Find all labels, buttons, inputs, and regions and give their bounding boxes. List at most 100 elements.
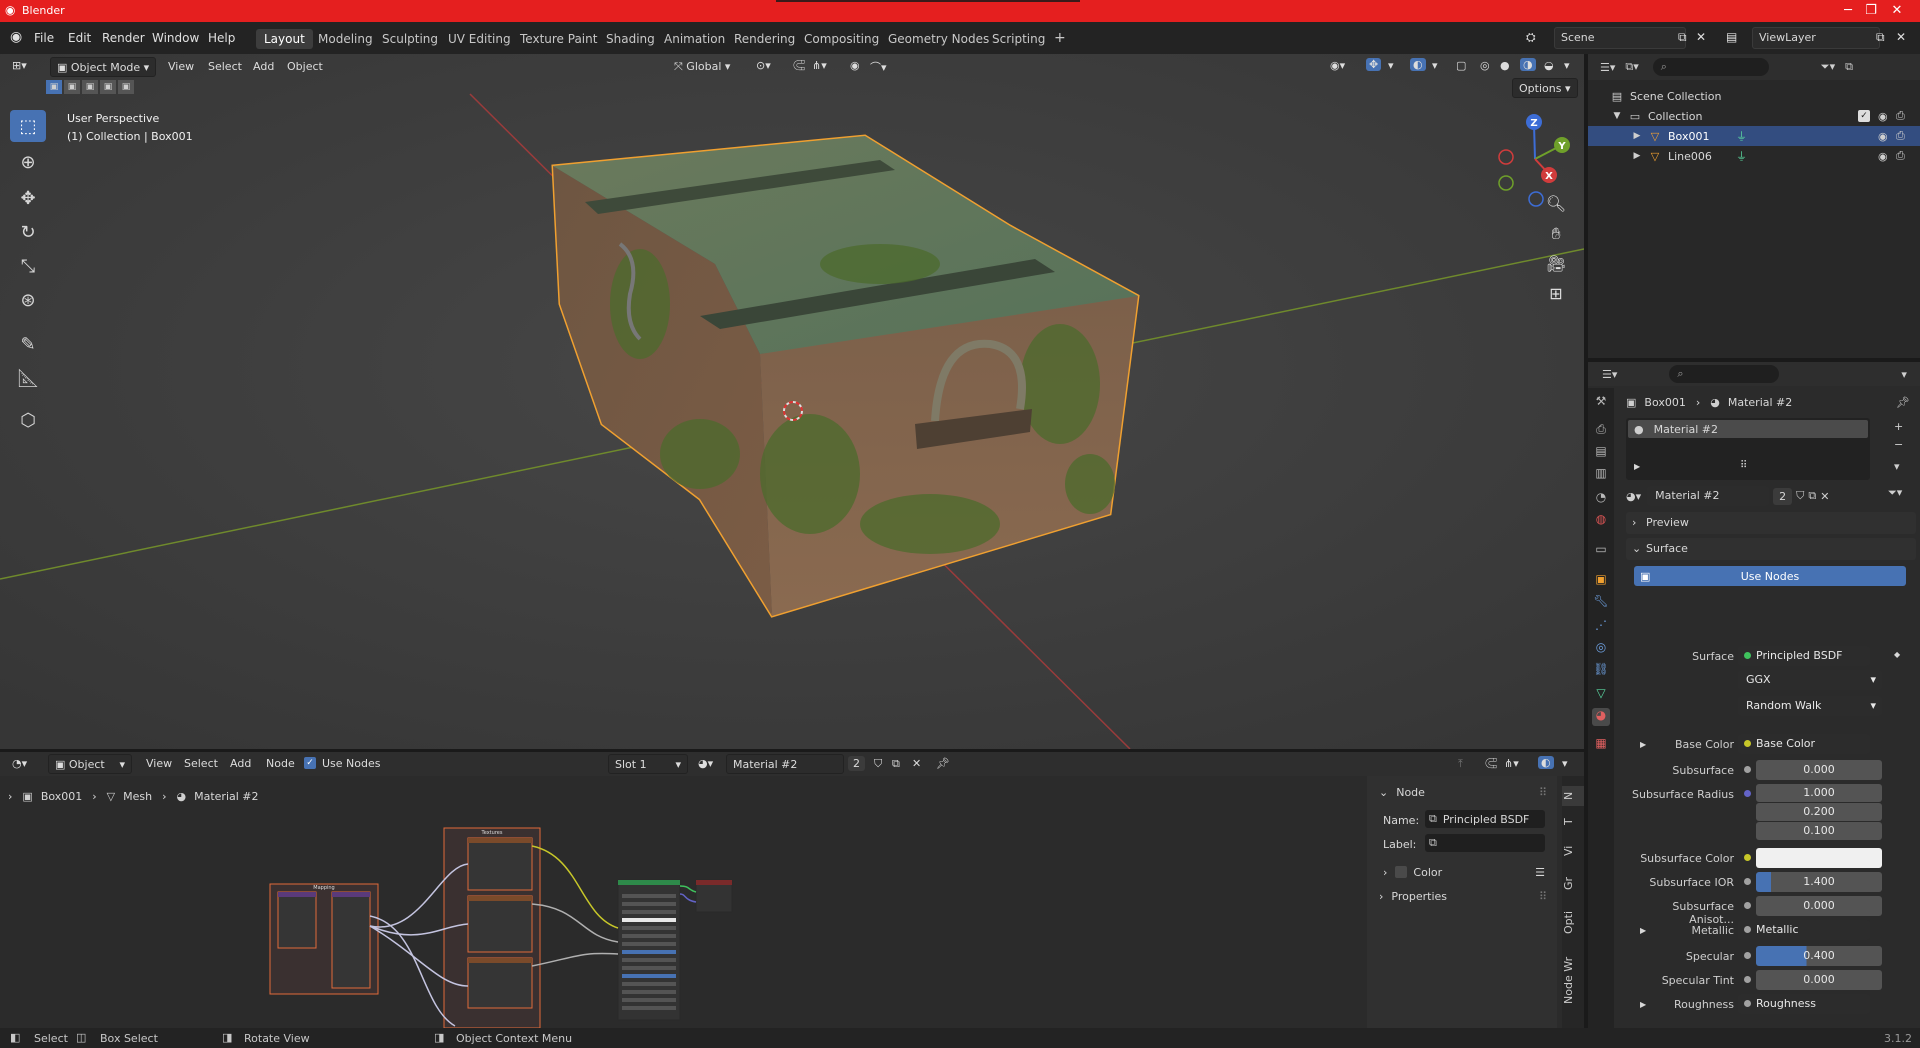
eye-icon[interactable]: ◉	[1878, 130, 1888, 143]
area-splitter-horizontal-right[interactable]	[1588, 358, 1920, 362]
subsurface-method-dropdown[interactable]: Random Walk ▾	[1738, 696, 1882, 716]
camera-view-icon[interactable]: 🎥︎	[1542, 250, 1570, 278]
options-dropdown[interactable]: Options ▾	[1512, 78, 1578, 98]
render-tab-icon[interactable]: ⎙	[1592, 422, 1610, 440]
menu-select[interactable]: Select	[208, 60, 242, 73]
camera-render-icon[interactable]: ⎙	[1896, 109, 1905, 123]
material-slot-item[interactable]: ● Material #2	[1628, 420, 1868, 438]
specular-field[interactable]: 0.400	[1756, 946, 1882, 966]
tab-tool[interactable]: T	[1562, 812, 1584, 832]
material-user-count[interactable]: 2	[1773, 487, 1793, 505]
falloff-icon[interactable]: ⌒▾	[870, 59, 887, 75]
menu-view[interactable]: View	[168, 60, 194, 73]
fake-user-icon[interactable]: ⛉	[874, 757, 882, 771]
expand-arrow-icon[interactable]: ▶	[1634, 462, 1640, 471]
add-slot-icon[interactable]: +	[1894, 420, 1903, 433]
expand-arrow-icon[interactable]: ▶	[1630, 131, 1644, 141]
tab-options[interactable]: Opti	[1562, 902, 1584, 942]
camera-render-icon[interactable]: ⎙	[1896, 149, 1905, 163]
tab-compositing[interactable]: Compositing	[796, 29, 887, 49]
editor-type-icon[interactable]: ⊞▾	[12, 59, 27, 72]
node-graph[interactable]: Mapping Textures	[0, 776, 1360, 1028]
parent-node-tree-icon[interactable]: ⤒	[1458, 757, 1463, 771]
solid-shading-icon[interactable]: ●	[1500, 59, 1510, 72]
new-collection-icon[interactable]: ⧉	[1845, 60, 1853, 74]
subsurface-radius-z-field[interactable]: 0.100	[1756, 822, 1882, 840]
overlay-dropdown-icon[interactable]: ▾	[1432, 59, 1438, 72]
properties-subpanel[interactable]: › Properties ⠿	[1375, 886, 1551, 906]
tab-modeling[interactable]: Modeling	[310, 29, 381, 49]
roughness-field[interactable]: Roughness	[1738, 994, 1870, 1014]
zoom-icon[interactable]: 🔍︎	[1542, 190, 1570, 218]
surface-shader-field[interactable]: Principled BSDF	[1738, 646, 1870, 666]
scene-selector[interactable]: Scene	[1554, 27, 1686, 49]
subsurface-field[interactable]: 0.000	[1756, 760, 1882, 780]
outliner-row-scene-collection[interactable]: ▤ Scene Collection	[1588, 86, 1920, 106]
3d-viewport[interactable]: Z Y X ⊞▾ ▣ Object Mode ▾ View Select Add…	[0, 54, 1584, 749]
drag-handle-icon[interactable]: ⠿	[1539, 786, 1547, 799]
node-section-header[interactable]: ⌄ Node ⠿	[1375, 782, 1551, 802]
menu-node[interactable]: Node	[266, 757, 295, 770]
slot-menu-icon[interactable]: ▾	[1894, 460, 1900, 473]
filter-icon[interactable]: ⏷▾	[1821, 60, 1835, 74]
transform-tool[interactable]: ⊛	[10, 284, 46, 316]
fake-user-icon[interactable]: ⛉	[1796, 489, 1804, 503]
select-intersect-icon[interactable]: ▣	[118, 80, 134, 94]
pivot-icon[interactable]: ⊙▾	[756, 59, 771, 72]
data-tab-icon[interactable]: ▽	[1592, 686, 1610, 704]
tab-view[interactable]: Vi	[1562, 838, 1584, 864]
move-tool[interactable]: ✥	[10, 182, 46, 214]
material-filter-icon[interactable]: ⏷▾	[1888, 486, 1902, 500]
unlink-icon[interactable]: ✕	[1820, 490, 1829, 503]
expand-arrow-icon[interactable]: ▶	[1630, 151, 1644, 161]
duplicate-icon[interactable]: ⧉	[1808, 489, 1816, 503]
metallic-field[interactable]: Metallic	[1738, 920, 1870, 940]
node-name-field[interactable]: ⧉ Principled BSDF	[1425, 810, 1545, 828]
overlay-toggle-icon[interactable]: ◐	[1538, 756, 1554, 769]
ortho-toggle-icon[interactable]: ⊞	[1542, 280, 1570, 308]
blender-menu-icon[interactable]: ◉	[10, 29, 22, 45]
tab-geometry-nodes[interactable]: Geometry Nodes	[880, 29, 997, 49]
scene-icon[interactable]: ⛭	[1526, 30, 1536, 45]
distribution-dropdown[interactable]: GGX ▾	[1738, 670, 1882, 690]
mode-dropdown[interactable]: ▣ Object Mode ▾	[50, 57, 156, 77]
material-tab-icon[interactable]: ◕	[1592, 708, 1610, 726]
overlay-dropdown-icon[interactable]: ▾	[1562, 757, 1568, 770]
material-name-field[interactable]: Material #2	[1647, 486, 1770, 506]
color-presets-icon[interactable]: ☰	[1535, 866, 1545, 879]
delete-scene-icon[interactable]: ✕	[1696, 30, 1706, 44]
overlay-toggle-icon[interactable]: ◐	[1410, 58, 1426, 71]
shading-dropdown-icon[interactable]: ▾	[1564, 59, 1570, 72]
shader-type-dropdown[interactable]: ▣ Object ▾	[48, 754, 132, 774]
view-layer-tab-icon[interactable]: ▥	[1592, 466, 1610, 484]
particles-tab-icon[interactable]: ⋰	[1592, 618, 1610, 636]
new-view-layer-icon[interactable]: ⧉	[1876, 30, 1885, 45]
remove-slot-icon[interactable]: −	[1894, 438, 1903, 451]
gizmo-dropdown-icon[interactable]: ▾	[1388, 59, 1394, 72]
browse-material-icon[interactable]: ◕▾	[698, 757, 713, 770]
properties-search-input[interactable]: ⌕	[1669, 365, 1780, 383]
material-slot-list[interactable]: ● Material #2 ▶ ⠿	[1626, 418, 1870, 480]
pin-icon[interactable]: 📌︎	[936, 757, 950, 770]
material-shading-icon[interactable]: ◑	[1520, 58, 1536, 71]
snap-icon[interactable]: 🧲︎	[1484, 757, 1498, 770]
menu-edit[interactable]: Edit	[68, 31, 91, 45]
menu-add[interactable]: Add	[230, 757, 251, 770]
menu-select[interactable]: Select	[184, 757, 218, 770]
preview-panel-header[interactable]: › Preview	[1626, 512, 1916, 534]
drag-handle-icon[interactable]: ⠿	[1539, 890, 1547, 903]
use-nodes-button[interactable]: ▣ Use Nodes	[1634, 566, 1906, 586]
mesh-data-icon[interactable]: ⏚	[1736, 128, 1747, 144]
delete-view-layer-icon[interactable]: ✕	[1896, 30, 1906, 44]
tab-shading[interactable]: Shading	[598, 29, 663, 49]
modifier-tab-icon[interactable]: 🔧︎	[1592, 594, 1610, 612]
view-layer-icon[interactable]: ▤	[1726, 30, 1737, 44]
select-extend-icon[interactable]: ▣	[64, 80, 80, 94]
unlink-icon[interactable]: ✕	[912, 757, 921, 770]
color-checkbox[interactable]	[1395, 866, 1408, 878]
tab-node-wrangler[interactable]: Node Wr	[1562, 950, 1584, 1010]
proportional-edit-icon[interactable]: ◉	[850, 59, 860, 72]
texture-tab-icon[interactable]: ▦	[1592, 736, 1610, 754]
cursor-tool[interactable]: ⊕	[10, 146, 46, 178]
subsurface-anisotropy-field[interactable]: 0.000	[1756, 896, 1882, 916]
